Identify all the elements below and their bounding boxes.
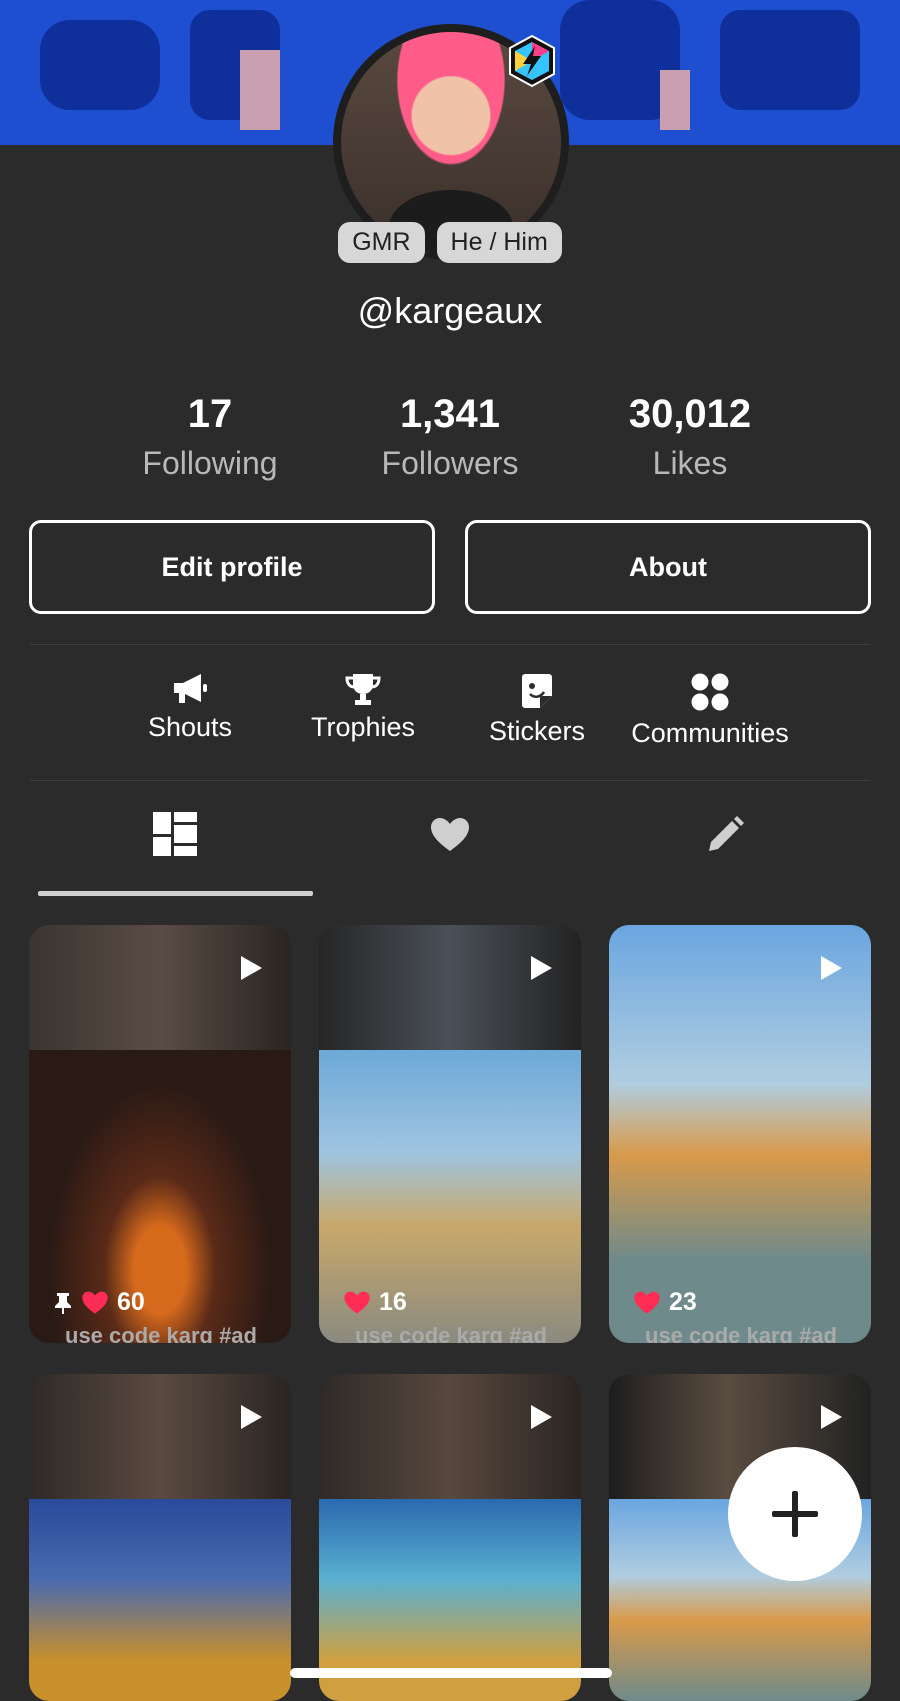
profile-tags: GMR He / Him: [0, 222, 900, 263]
communities-icon: [691, 673, 729, 711]
post-card[interactable]: 60 use code karg #ad: [29, 925, 291, 1343]
post-like-count: 16: [379, 1288, 407, 1316]
trophy-icon: [345, 674, 381, 705]
home-indicator[interactable]: [290, 1668, 612, 1678]
post-card[interactable]: 16 use code karg #ad: [319, 925, 581, 1343]
plus-icon: [772, 1491, 818, 1537]
communities-link[interactable]: Communities: [626, 672, 794, 749]
likes-count: 30,012: [628, 392, 752, 436]
about-button[interactable]: About: [465, 520, 871, 614]
like-heart-icon: [82, 1291, 108, 1314]
play-icon: [821, 1405, 842, 1429]
gamer-tag: GMR: [338, 222, 425, 263]
followers-stat[interactable]: 1,341 Followers: [330, 392, 570, 482]
following-count: 17: [187, 392, 233, 436]
webcam-thumbnail: [29, 925, 291, 1050]
sticker-icon: [522, 674, 552, 708]
post-caption: use code karg #ad: [65, 1323, 257, 1343]
post-caption: use code karg #ad: [355, 1323, 547, 1343]
followers-label: Followers: [381, 445, 519, 481]
following-stat[interactable]: 17 Following: [90, 392, 330, 482]
play-icon: [531, 956, 552, 980]
post-caption: use code karg #ad: [645, 1323, 837, 1343]
play-icon: [821, 956, 842, 980]
game-house-thumbnail: [29, 1499, 291, 1701]
edit-profile-button[interactable]: Edit profile: [29, 520, 435, 614]
stickers-link[interactable]: Stickers: [482, 672, 592, 747]
webcam-thumbnail: [29, 1374, 291, 1499]
game-character-thumbnail: [609, 925, 871, 1343]
create-post-button[interactable]: [728, 1447, 862, 1581]
divider: [30, 644, 870, 645]
post-like-count: 23: [669, 1288, 697, 1316]
divider: [30, 780, 870, 781]
like-heart-icon: [344, 1291, 370, 1314]
pencil-icon[interactable]: [705, 815, 745, 855]
post-like-count: 60: [117, 1288, 145, 1316]
post-card[interactable]: [29, 1374, 291, 1701]
pronouns-tag: He / Him: [436, 222, 562, 263]
post-meta: 60: [53, 1288, 145, 1317]
shouts-label: Shouts: [147, 712, 233, 742]
trophies-label: Trophies: [310, 712, 416, 742]
post-meta: 16: [343, 1288, 407, 1317]
webcam-thumbnail: [319, 1374, 581, 1499]
active-tab-indicator: [38, 891, 313, 896]
post-meta: 23: [633, 1288, 697, 1317]
pin-icon: [55, 1292, 71, 1314]
webcam-thumbnail: [319, 925, 581, 1050]
profile-handle: @kargeaux: [357, 290, 543, 331]
likes-label: Likes: [652, 445, 728, 481]
post-card[interactable]: 23 use code karg #ad: [609, 925, 871, 1343]
play-icon: [531, 1405, 552, 1429]
heart-icon[interactable]: [430, 817, 470, 853]
trophies-link[interactable]: Trophies: [308, 672, 418, 743]
stickers-label: Stickers: [488, 716, 586, 746]
megaphone-icon: [174, 674, 207, 703]
grid-icon[interactable]: [153, 812, 197, 856]
lightning-badge-icon: [509, 34, 555, 88]
like-heart-icon: [634, 1291, 660, 1314]
shouts-link[interactable]: Shouts: [140, 672, 240, 743]
play-icon: [241, 1405, 262, 1429]
communities-label: Communities: [631, 718, 789, 748]
likes-stat[interactable]: 30,012 Likes: [570, 392, 810, 482]
play-icon: [241, 956, 262, 980]
following-label: Following: [142, 445, 278, 481]
followers-count: 1,341: [399, 392, 501, 436]
post-card[interactable]: [319, 1374, 581, 1701]
